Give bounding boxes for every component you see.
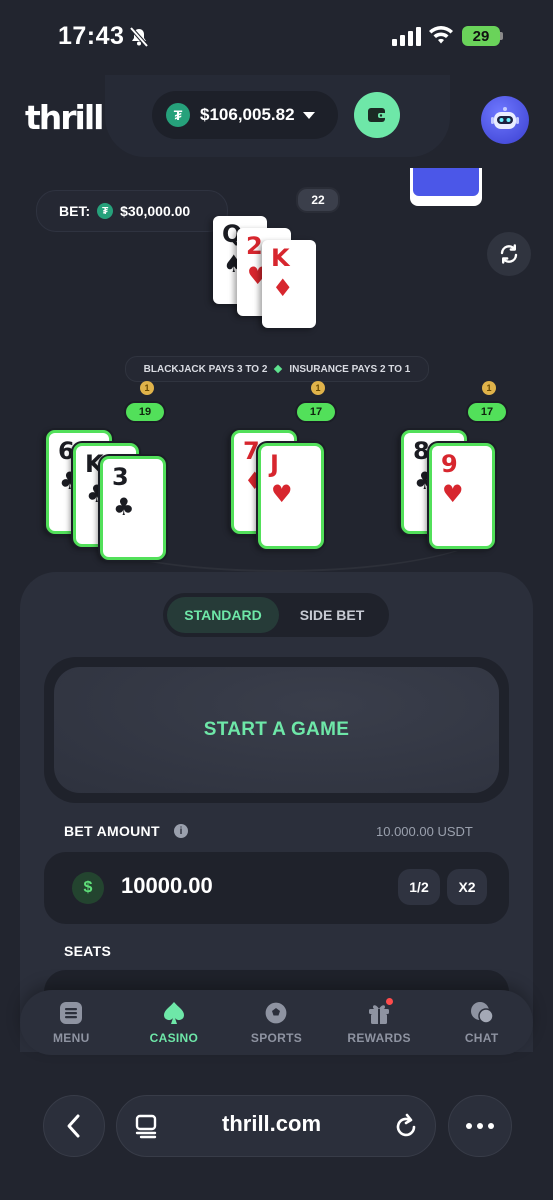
nav-item-casino[interactable]: CASINO [129, 1000, 219, 1045]
bottom-nav: MENU CASINO SPORTS REWARDS CHAT [20, 990, 533, 1055]
reload-icon[interactable] [394, 1112, 420, 1145]
more-button[interactable] [448, 1095, 512, 1157]
soccer-ball-icon [264, 1001, 289, 1025]
rule-blackjack: BLACKJACK PAYS 3 TO 2 [143, 363, 268, 375]
spade-icon [163, 1002, 184, 1024]
hand-score: 17 [468, 403, 506, 421]
nav-item-rewards[interactable]: REWARDS [334, 998, 424, 1045]
battery-tip [500, 32, 503, 40]
hand-score: 17 [297, 403, 335, 421]
nav-label: MENU [53, 1031, 90, 1045]
wallet-icon [368, 108, 386, 122]
bet-amount-usdt: 10.000.00 USDT [376, 824, 473, 839]
mode-tabs: STANDARD SIDE BET [163, 593, 389, 637]
rules-banner: BLACKJACK PAYS 3 TO 2 INSURANCE PAYS 2 T… [125, 356, 429, 382]
balance-selector[interactable]: ₮ $106,005.82 [152, 91, 338, 139]
player-card: J ♥ [258, 443, 324, 549]
back-button[interactable] [43, 1095, 105, 1157]
medal-icon: 1 [311, 381, 325, 395]
bet-amount-input[interactable]: 10000.00 [121, 873, 213, 899]
medal-icon: 1 [482, 381, 496, 395]
nav-item-sports[interactable]: SPORTS [231, 1000, 321, 1045]
chevron-down-icon [302, 111, 315, 119]
nav-item-menu[interactable]: MENU [26, 1000, 116, 1045]
chat-icon [470, 1002, 494, 1024]
dealer-card: K ♦ [262, 240, 316, 328]
wallet-button[interactable] [354, 92, 400, 138]
half-bet-button[interactable]: 1/2 [398, 869, 440, 905]
double-bet-button[interactable]: X2 [447, 869, 487, 905]
avatar[interactable] [481, 96, 529, 144]
bell-muted-icon [128, 26, 150, 53]
nav-item-chat[interactable]: CHAT [437, 1000, 527, 1045]
medal-icon: 1 [140, 381, 154, 395]
nav-label: CHAT [464, 1031, 499, 1045]
battery-indicator: 29 [462, 26, 500, 46]
status-time: 17:43 [58, 22, 125, 50]
tether-icon: ₮ [97, 203, 114, 219]
bet-value: $30,000.00 [120, 203, 191, 219]
dealer-score-badge: 22 [296, 187, 340, 213]
start-game-button[interactable]: START A GAME [54, 667, 499, 793]
tabs-icon[interactable] [134, 1113, 160, 1144]
tab-side-bet[interactable]: SIDE BET [279, 597, 385, 633]
info-icon[interactable]: i [174, 824, 188, 838]
bet-label: BET: [59, 203, 91, 219]
more-dots-icon [466, 1123, 494, 1129]
tether-icon: ₮ [166, 103, 190, 127]
seats-label: SEATS [64, 943, 112, 959]
player-card: 9 ♥ [429, 443, 495, 549]
diamond-separator-icon [274, 364, 283, 374]
nav-label: SPORTS [250, 1031, 303, 1045]
rule-insurance: INSURANCE PAYS 2 TO 1 [289, 363, 411, 375]
refresh-button[interactable] [487, 232, 531, 276]
signal-icon [392, 26, 421, 46]
menu-icon [60, 1002, 83, 1024]
chevron-left-icon [67, 1114, 80, 1138]
refresh-icon [500, 244, 518, 264]
thrill-logo[interactable]: thrill [25, 98, 104, 137]
hand-score: 19 [126, 403, 164, 421]
tab-standard[interactable]: STANDARD [167, 597, 279, 633]
dollar-icon: $ [72, 872, 104, 904]
url-text[interactable]: thrill.com [222, 1111, 321, 1137]
card-shoe-back [413, 168, 479, 196]
balance-value: $106,005.82 [200, 105, 295, 124]
wifi-icon [428, 23, 454, 50]
bet-amount-label: BET AMOUNT [64, 823, 160, 839]
player-card: 3 ♣ [100, 456, 166, 560]
current-bet-pill: BET: ₮ $30,000.00 [36, 190, 228, 232]
robot-icon [491, 107, 519, 129]
nav-label: CASINO [149, 1031, 199, 1045]
nav-label: REWARDS [347, 1031, 411, 1045]
